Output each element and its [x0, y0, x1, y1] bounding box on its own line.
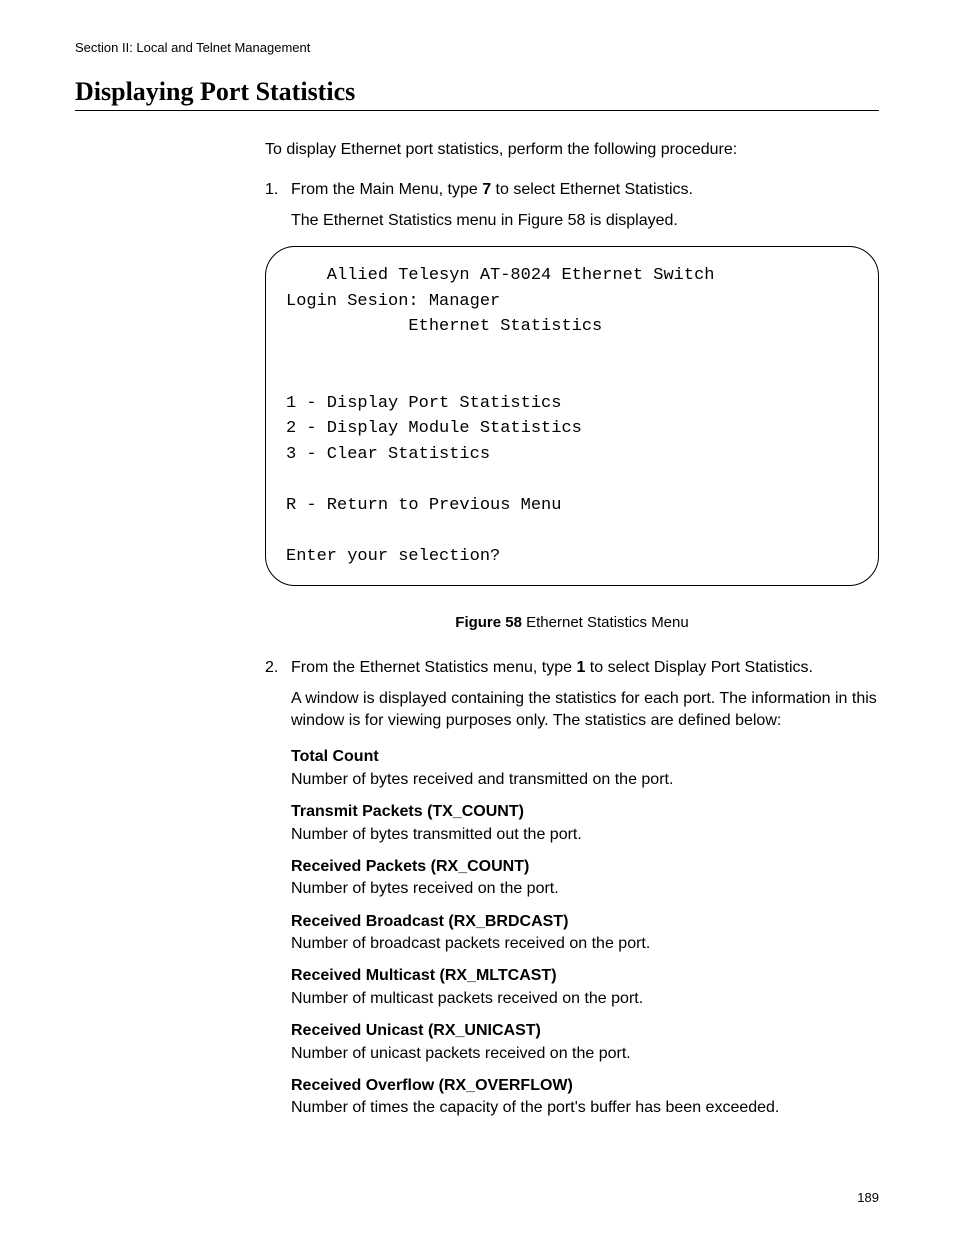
- step-1-body: The Ethernet Statistics menu in Figure 5…: [291, 210, 879, 232]
- terminal-line-1: Allied Telesyn AT-8024 Ethernet Switch: [286, 266, 714, 285]
- def-term: Received Broadcast (RX_BRDCAST): [291, 911, 879, 933]
- def-text: Number of multicast packets received on …: [291, 988, 879, 1010]
- step-2-text-b: to select Display Port Statistics.: [585, 659, 813, 676]
- page-number: 189: [857, 1190, 879, 1205]
- def-term: Received Overflow (RX_OVERFLOW): [291, 1075, 879, 1097]
- step-2-number: 2.: [265, 657, 291, 679]
- step-1-number: 1.: [265, 179, 291, 201]
- terminal-line-10: R - Return to Previous Menu: [286, 496, 561, 515]
- terminal-line-7: 2 - Display Module Statistics: [286, 419, 582, 438]
- figure-caption-text: Ethernet Statistics Menu: [522, 614, 689, 631]
- def-text: Number of unicast packets received on th…: [291, 1043, 879, 1065]
- step-1: 1.From the Main Menu, type 7 to select E…: [291, 179, 879, 232]
- intro-text: To display Ethernet port statistics, per…: [265, 139, 879, 161]
- terminal-line-8: 3 - Clear Statistics: [286, 445, 490, 464]
- section-header: Section II: Local and Telnet Management: [75, 40, 879, 55]
- step-1-bold: 7: [482, 181, 491, 198]
- page: Section II: Local and Telnet Management …: [0, 0, 954, 1235]
- figure-caption: Figure 58 Ethernet Statistics Menu: [265, 612, 879, 633]
- def-term: Received Multicast (RX_MLTCAST): [291, 965, 879, 987]
- step-2: 2.From the Ethernet Statistics menu, typ…: [291, 657, 879, 1120]
- def-term: Total Count: [291, 746, 879, 768]
- def-text: Number of broadcast packets received on …: [291, 933, 879, 955]
- content-body: To display Ethernet port statistics, per…: [265, 139, 879, 1120]
- step-2-body: A window is displayed containing the sta…: [291, 688, 879, 733]
- def-text: Number of times the capacity of the port…: [291, 1097, 879, 1119]
- page-title: Displaying Port Statistics: [75, 77, 879, 111]
- terminal-line-6: 1 - Display Port Statistics: [286, 394, 561, 413]
- definition-list: Total Count Number of bytes received and…: [291, 746, 879, 1119]
- step-1-text-a: From the Main Menu, type: [291, 181, 482, 198]
- def-term: Transmit Packets (TX_COUNT): [291, 801, 879, 823]
- def-term: Received Packets (RX_COUNT): [291, 856, 879, 878]
- def-text: Number of bytes transmitted out the port…: [291, 824, 879, 846]
- def-text: Number of bytes received on the port.: [291, 878, 879, 900]
- terminal-screen: Allied Telesyn AT-8024 Ethernet Switch L…: [265, 246, 879, 586]
- step-2-text-a: From the Ethernet Statistics menu, type: [291, 659, 576, 676]
- terminal-line-2: Login Sesion: Manager: [286, 292, 500, 311]
- terminal-line-3: Ethernet Statistics: [286, 317, 602, 336]
- terminal-line-12: Enter your selection?: [286, 547, 500, 566]
- def-text: Number of bytes received and transmitted…: [291, 769, 879, 791]
- step-1-text-b: to select Ethernet Statistics.: [491, 181, 693, 198]
- def-term: Received Unicast (RX_UNICAST): [291, 1020, 879, 1042]
- figure-caption-bold: Figure 58: [455, 614, 522, 631]
